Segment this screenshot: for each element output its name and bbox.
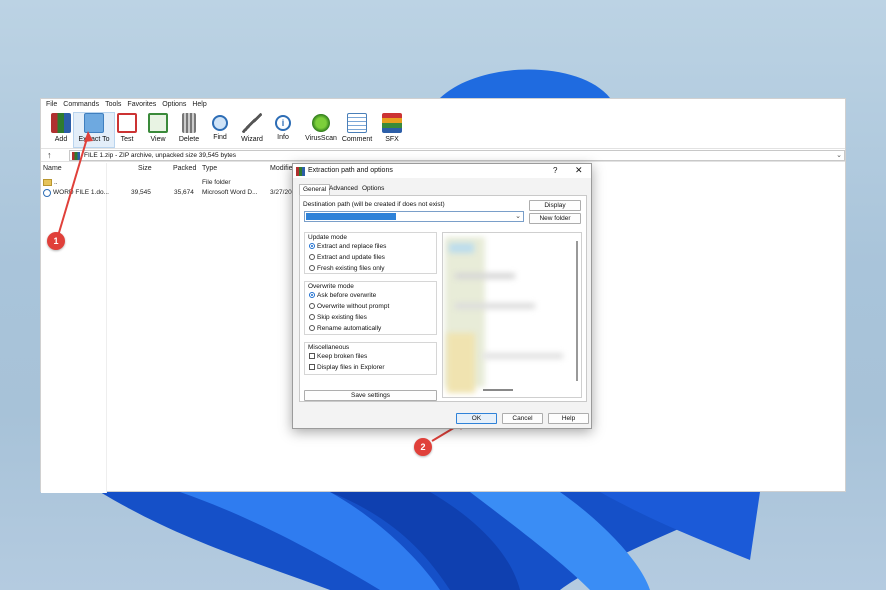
radio-unchecked	[309, 314, 315, 320]
radio-extract-update[interactable]: Extract and update files	[309, 254, 385, 261]
tab-options[interactable]: Options	[359, 184, 387, 195]
folder-tree[interactable]	[442, 232, 582, 398]
cancel-button[interactable]: Cancel	[502, 413, 543, 424]
radio-checked	[309, 243, 315, 249]
winrar-icon	[296, 167, 305, 176]
dialog-title-bar: Extraction path and options ? ✕	[293, 164, 591, 178]
help-icon[interactable]: ?	[553, 166, 557, 175]
checkbox-unchecked	[309, 353, 315, 359]
folder-tree-item	[483, 353, 563, 359]
checkbox-unchecked	[309, 364, 315, 370]
save-settings-button[interactable]: Save settings	[304, 390, 437, 401]
callout-badge-2: 2	[414, 438, 432, 456]
folder-tree-item	[449, 243, 474, 253]
folder-tree-item	[447, 333, 475, 393]
update-mode-title: Update mode	[308, 234, 348, 241]
display-button[interactable]: Display	[529, 200, 581, 211]
checkbox-display-explorer[interactable]: Display files in Explorer	[309, 364, 385, 371]
tree-vertical-scrollbar[interactable]	[576, 241, 578, 381]
radio-unchecked	[309, 325, 315, 331]
general-tab-panel: Destination path (will be created if doe…	[299, 195, 587, 402]
radio-overwrite-without[interactable]: Overwrite without prompt	[309, 303, 389, 310]
radio-unchecked	[309, 254, 315, 260]
ok-button[interactable]: OK	[456, 413, 497, 424]
help-button[interactable]: Help	[548, 413, 589, 424]
miscellaneous-title: Miscellaneous	[308, 344, 350, 351]
radio-extract-replace[interactable]: Extract and replace files	[309, 243, 386, 250]
radio-unchecked	[309, 303, 315, 309]
radio-skip-existing[interactable]: Skip existing files	[309, 314, 367, 321]
overwrite-mode-title: Overwrite mode	[308, 283, 354, 290]
overwrite-mode-group: Overwrite mode Ask before overwrite Over…	[304, 281, 437, 335]
destination-path-combo[interactable]: ⌄	[304, 211, 524, 222]
radio-ask-before[interactable]: Ask before overwrite	[309, 292, 376, 299]
folder-tree-item	[455, 273, 515, 279]
close-icon[interactable]: ✕	[575, 165, 583, 176]
destination-path-selection	[306, 213, 396, 220]
tree-horizontal-scrollbar[interactable]	[483, 389, 513, 391]
folder-tree-item	[455, 303, 535, 309]
radio-fresh-existing[interactable]: Fresh existing files only	[309, 265, 385, 272]
miscellaneous-group: Miscellaneous Keep broken files Display …	[304, 342, 437, 375]
radio-checked	[309, 292, 315, 298]
destination-path-label: Destination path (will be created if doe…	[303, 201, 445, 208]
tab-advanced[interactable]: Advanced	[326, 184, 361, 195]
callout-badge-1: 1	[47, 232, 65, 250]
update-mode-group: Update mode Extract and replace files Ex…	[304, 232, 437, 274]
radio-rename-auto[interactable]: Rename automatically	[309, 325, 381, 332]
checkbox-keep-broken[interactable]: Keep broken files	[309, 353, 367, 360]
chevron-down-icon[interactable]: ⌄	[515, 212, 521, 220]
radio-unchecked	[309, 265, 315, 271]
new-folder-button[interactable]: New folder	[529, 213, 581, 224]
dialog-title: Extraction path and options	[308, 167, 393, 174]
extraction-dialog: Extraction path and options ? ✕ General …	[292, 163, 592, 429]
